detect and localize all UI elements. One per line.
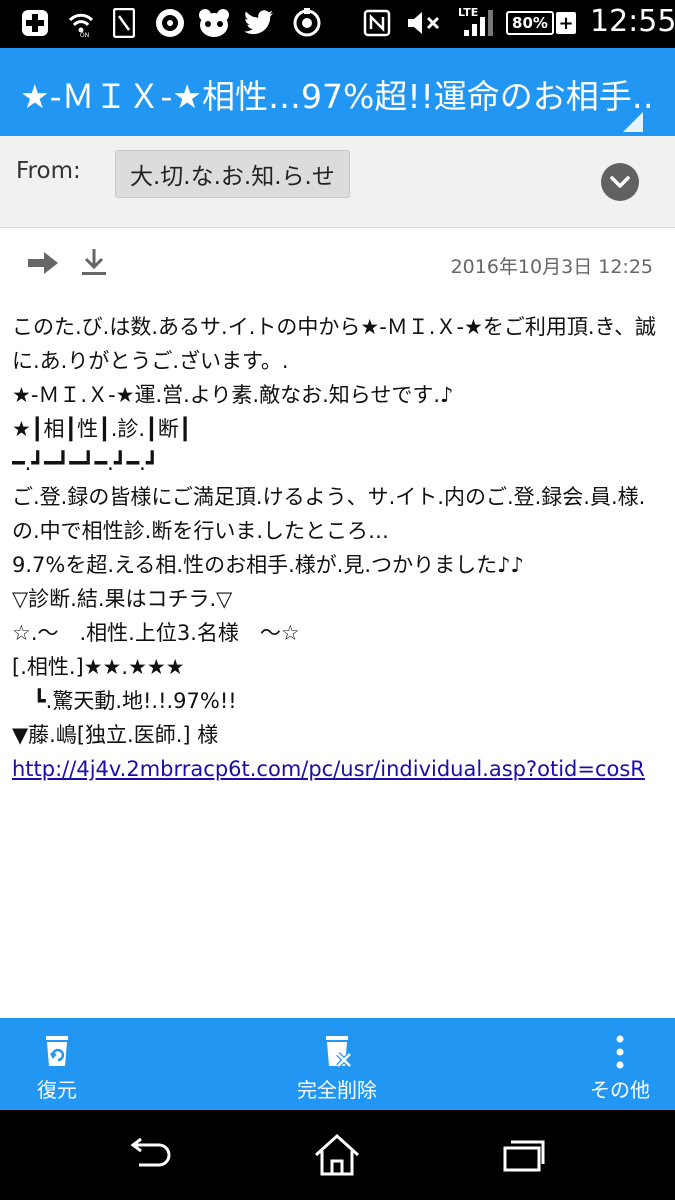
home-button[interactable] <box>307 1130 367 1180</box>
dropdown-corner-icon[interactable] <box>623 112 643 132</box>
restore-label: 復元 <box>37 1078 77 1102</box>
clock: 12:55 <box>590 4 675 39</box>
wifi-on-icon: ON <box>64 6 98 40</box>
sync-icon <box>290 6 324 40</box>
forward-button[interactable] <box>26 248 60 278</box>
battery-icon: 80% <box>506 11 554 35</box>
recent-apps-button[interactable] <box>494 1130 554 1180</box>
bottom-action-bar: 復元 完全削除 その他 <box>0 1018 675 1110</box>
back-button[interactable] <box>120 1130 180 1180</box>
restore-icon <box>46 1036 68 1066</box>
body-line: ▼藤.嶋[独立.医師.] 様 <box>12 723 219 747</box>
app-icon <box>152 6 188 40</box>
navigation-bar <box>0 1110 675 1200</box>
charging-icon: + <box>556 12 576 34</box>
title-bar: ★-ＭＩＸ-★相性…97%超!!運命のお相手… <box>0 48 675 136</box>
body-line: ▽診断.結.果はコチラ.▽ <box>12 587 233 611</box>
more-label: その他 <box>590 1078 650 1102</box>
svg-text:ON: ON <box>80 32 89 38</box>
chevron-down-icon <box>610 176 630 188</box>
body-line: ┗.驚天動.地!.!.97%!! <box>12 689 237 713</box>
body-line: このた.び.は数.あるサ.イ.トの中から★-ＭＩ.Ｘ-★をご利用頂.き、誠に.あ… <box>12 315 657 373</box>
body-link[interactable]: http://4j4v.2mbrracp6t.com/pc/usr/indivi… <box>12 757 645 781</box>
nfc-icon <box>360 6 394 40</box>
received-date: 2016年10月3日 12:25 <box>450 256 653 278</box>
body-line: ☆.～ .相性.上位3.名様 ～☆ <box>12 621 300 645</box>
panda-icon <box>196 6 232 40</box>
sender-chip[interactable]: 大.切.な.お.知.ら.せ <box>115 150 350 198</box>
status-bar: ON LTE 80% + 12:55 <box>0 0 675 48</box>
download-icon <box>82 249 106 275</box>
battery-level: 80% <box>512 14 548 32</box>
from-label: From: <box>16 158 81 184</box>
delete-forever-icon <box>326 1036 352 1068</box>
more-vertical-icon <box>616 1035 624 1069</box>
mute-icon <box>404 6 444 40</box>
delete-forever-label: 完全削除 <box>297 1078 377 1102</box>
body-line: ★-ＭＩ.Ｘ-★運.営.より素.敵なお.知らせです.♪ <box>12 383 454 407</box>
more-button[interactable]: その他 <box>580 1018 660 1110</box>
mail-subject[interactable]: ★-ＭＩＸ-★相性…97%超!!運命のお相手… <box>20 70 650 118</box>
body-line: ━.┛━┛━┛━.┛━.┛ <box>12 451 159 475</box>
body-line: ★┃相┃性┃.診.┃断┃ <box>12 417 192 441</box>
body-line: ご.登.録の皆様にご満足頂.けるよう、サ.イト.内のご.登.録会.員.様.の.中… <box>12 485 646 543</box>
back-icon <box>130 1137 171 1167</box>
expand-header-button[interactable] <box>601 163 639 201</box>
signal-icon <box>460 6 498 40</box>
sim-card-icon <box>110 6 138 40</box>
download-button[interactable] <box>78 246 110 278</box>
plus-icon <box>18 6 52 40</box>
home-icon <box>314 1133 360 1176</box>
mail-body: このた.び.は数.あるサ.イ.トの中から★-ＭＩ.Ｘ-★をご利用頂.き、誠に.あ… <box>12 310 672 1010</box>
recent-apps-icon <box>503 1140 545 1172</box>
restore-button[interactable]: 復元 <box>22 1018 92 1110</box>
delete-forever-button[interactable]: 完全削除 <box>282 1018 392 1110</box>
from-header: From: 大.切.な.お.知.ら.せ <box>0 136 675 228</box>
sender-name: 大.切.な.お.知.ら.せ <box>130 164 335 190</box>
body-line: [.相性.]★★.★★★ <box>12 655 185 679</box>
forward-arrow-icon <box>28 252 58 274</box>
body-line: 9.7%を超.える相.性のお相手.様が.見.つかりました♪♪ <box>12 553 524 577</box>
twitter-icon <box>242 6 276 40</box>
